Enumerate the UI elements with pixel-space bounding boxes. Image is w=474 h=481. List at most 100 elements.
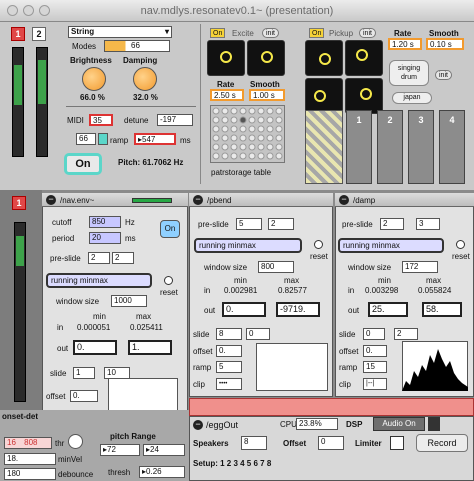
pbend-clip-toggle[interactable]: •••• <box>216 378 242 390</box>
excite-on-button[interactable]: On <box>210 28 226 38</box>
env-out-min[interactable]: 0. <box>73 340 117 355</box>
damp-out-min[interactable]: 25. <box>368 302 408 317</box>
ramp-number[interactable]: ▸547 <box>134 133 176 145</box>
env-preslide-b[interactable]: 2 <box>112 252 134 264</box>
matrix-cell[interactable] <box>257 107 265 115</box>
matrix-cell[interactable] <box>257 116 265 124</box>
pbend-ramp-number[interactable]: 5 <box>216 361 242 373</box>
matrix-cell[interactable] <box>221 152 229 160</box>
matrix-cell[interactable] <box>221 125 229 133</box>
cutoff-number[interactable]: 850 <box>89 216 121 228</box>
slot-4[interactable]: 4 <box>439 110 465 184</box>
matrix-cell[interactable] <box>239 125 247 133</box>
midi-number[interactable]: 35 <box>89 114 113 126</box>
matrix-cell[interactable] <box>230 152 238 160</box>
damp-slide-b[interactable]: 2 <box>394 328 418 340</box>
pickup-pad-3-knob[interactable] <box>314 90 326 102</box>
matrix-cell[interactable] <box>230 134 238 142</box>
limiter-toggle[interactable] <box>390 436 404 450</box>
matrix-cell[interactable] <box>221 107 229 115</box>
audio-settings-button[interactable] <box>428 417 440 431</box>
slot-2[interactable]: 2 <box>377 110 403 184</box>
pickup-preset-menu[interactable]: singing drum <box>389 60 429 86</box>
pickup-menu2[interactable]: japan <box>392 92 432 104</box>
matrix-cell[interactable] <box>239 143 247 151</box>
pitch-range-lo[interactable]: ▸72 <box>100 444 140 456</box>
slot-hatched[interactable] <box>305 110 343 184</box>
modes-slider[interactable]: 66 <box>104 40 170 52</box>
matrix-cell[interactable] <box>248 152 256 160</box>
matrix-cell[interactable] <box>239 116 247 124</box>
pitch-range-hi[interactable]: ▸24 <box>143 444 185 456</box>
env-offset-number[interactable]: 0. <box>70 390 98 402</box>
excite-pad-1-knob[interactable] <box>220 51 232 63</box>
ramp-left-number[interactable]: 66 <box>76 133 96 145</box>
matrix-cell[interactable] <box>248 125 256 133</box>
matrix-cell[interactable] <box>221 116 229 124</box>
env-winsize-number[interactable]: 1000 <box>111 295 147 307</box>
record-button[interactable]: Record <box>416 434 468 452</box>
env-on-button[interactable]: On <box>160 220 180 238</box>
matrix-cell[interactable] <box>257 143 265 151</box>
matrix-cell[interactable] <box>248 143 256 151</box>
damp-clip-toggle[interactable]: |--| <box>363 378 387 390</box>
preset-1-button[interactable]: 1 <box>11 27 25 41</box>
env-preslide-a[interactable]: 2 <box>88 252 110 264</box>
pickup-pad-4-knob[interactable] <box>360 88 372 100</box>
matrix-cell[interactable] <box>248 107 256 115</box>
damp-slide-a[interactable]: 0 <box>363 328 385 340</box>
matrix-cell[interactable] <box>212 116 220 124</box>
env-slide-a[interactable]: 1 <box>73 367 95 379</box>
period-number[interactable]: 20 <box>89 232 121 244</box>
pbend-running-minmax[interactable]: running minmax <box>194 238 302 253</box>
excite-rate-number[interactable]: 2.50 s <box>210 89 244 101</box>
matrix-cell[interactable] <box>239 134 247 142</box>
damp-preslide-a[interactable]: 2 <box>380 218 404 230</box>
excite-init-button[interactable]: init <box>262 28 279 38</box>
pickup-pad-2-knob[interactable] <box>356 49 368 61</box>
speakers-number[interactable]: 8 <box>241 436 267 450</box>
pbend-preslide-a[interactable]: 5 <box>236 218 262 230</box>
collapse-minus-icon[interactable]: − <box>46 195 56 205</box>
excite-smooth-number[interactable]: 1.00 s <box>249 89 285 101</box>
damp-ramp-number[interactable]: 15 <box>363 361 387 373</box>
matrix-cell[interactable] <box>230 143 238 151</box>
matrix-cell[interactable] <box>275 125 283 133</box>
pickup-pad-1-knob[interactable] <box>319 53 331 65</box>
pbend-slide-a[interactable]: 8 <box>216 328 242 340</box>
collapse-minus-icon[interactable]: − <box>339 195 349 205</box>
damping-dial[interactable] <box>133 67 157 91</box>
pickup-rate-number[interactable]: 1.20 s <box>388 38 422 50</box>
slot-1[interactable]: 1 <box>346 110 372 184</box>
excite-matrix-cells[interactable] <box>211 106 286 164</box>
damp-preslide-b[interactable]: 3 <box>416 218 440 230</box>
damp-offset-number[interactable]: 0. <box>363 345 387 357</box>
env-out-max[interactable]: 1. <box>128 340 172 355</box>
matrix-cell[interactable] <box>230 125 238 133</box>
matrix-cell[interactable] <box>248 134 256 142</box>
matrix-cell[interactable] <box>275 134 283 142</box>
matrix-cell[interactable] <box>266 143 274 151</box>
pbend-out-min[interactable]: 0. <box>222 302 266 317</box>
pbend-winsize-number[interactable]: 800 <box>258 261 294 273</box>
onset-values[interactable]: 16 808 <box>4 437 52 449</box>
pbend-reset-button[interactable] <box>314 240 323 249</box>
matrix-cell[interactable] <box>266 125 274 133</box>
excite-matrix[interactable] <box>210 105 285 163</box>
slot-3[interactable]: 3 <box>408 110 434 184</box>
audio-on-button[interactable]: Audio On <box>373 417 425 431</box>
offset-number[interactable]: 0 <box>318 436 344 450</box>
env-running-minmax[interactable]: running minmax <box>46 273 152 288</box>
matrix-cell[interactable] <box>212 134 220 142</box>
pickup-smooth-number[interactable]: 0.10 s <box>426 38 464 50</box>
pbend-out-max[interactable]: -9719. <box>276 302 320 317</box>
pickup-init2-button[interactable]: init <box>435 70 452 80</box>
matrix-cell[interactable] <box>212 125 220 133</box>
minvel-number[interactable]: 18. <box>4 453 56 465</box>
matrix-cell[interactable] <box>275 143 283 151</box>
thresh-number[interactable]: ▸0.26 <box>139 466 185 478</box>
matrix-cell[interactable] <box>239 107 247 115</box>
pbend-offset-number[interactable]: 0. <box>216 345 242 357</box>
matrix-cell[interactable] <box>266 152 274 160</box>
matrix-cell[interactable] <box>257 152 265 160</box>
